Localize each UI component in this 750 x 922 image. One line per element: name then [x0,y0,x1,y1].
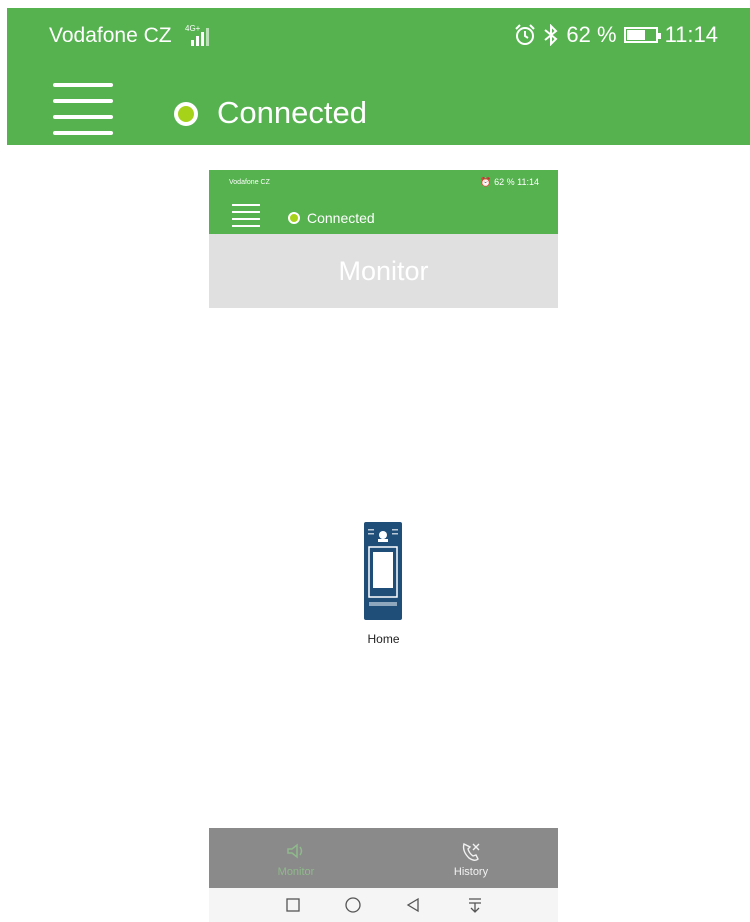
tab-history-label: History [453,866,489,878]
tab-monitor-label: Monitor [277,866,315,878]
phone-status-indicators: ⏰ 62 % 11:14 [480,177,539,188]
bluetooth-icon [544,24,558,46]
device-label[interactable]: Home [209,632,558,646]
triangle-back-icon[interactable] [404,896,422,914]
network-type: 4G+ [185,24,201,33]
alarm-icon [515,24,536,45]
phone-battery-percent: 62 % [494,177,515,187]
battery-icon [623,27,661,43]
carrier-name: Vodafone CZ [49,24,172,47]
circle-home-icon[interactable] [344,896,362,914]
page-title: Monitor [209,234,558,308]
system-navigation-bar [209,888,558,922]
clock: 11:14 [664,22,718,47]
square-recents-icon[interactable] [284,896,302,914]
signal-icon: 4G+ [185,24,209,46]
tab-history[interactable]: History [384,828,558,888]
phone-alarm-icon: ⏰ [480,177,492,187]
hamburger-menu-icon[interactable] [53,79,113,141]
connection-status-dot-icon [174,102,198,126]
tab-monitor[interactable]: Monitor [209,828,383,888]
status-indicators: 62 % 11:14 [514,22,718,48]
notification-down-icon[interactable] [466,896,484,914]
bottom-navigation: Monitor History [209,828,558,888]
door-intercom-icon[interactable] [364,522,402,620]
phone-hamburger-menu-icon[interactable] [232,202,260,230]
connection-status: Connected [217,95,367,130]
phone-carrier: Vodafone CZ [229,179,270,186]
phone-connection-status: Connected [307,210,375,226]
phone-header: Vodafone CZ ⏰ 62 % 11:14 Connected [209,170,558,234]
phone-history-icon [462,842,480,861]
speaker-monitor-icon [287,843,303,859]
phone-clock: 11:14 [517,177,539,187]
phone-screenshot: Vodafone CZ ⏰ 62 % 11:14 Connected Monit… [209,170,558,922]
battery-percent: 62 % [566,22,617,47]
app-header-zoomed: Vodafone CZ 4G+ 62 % 11:14 Connected [7,8,750,145]
status-bar: Vodafone CZ 4G+ 62 % 11:14 [7,8,750,64]
phone-status-dot-icon [288,212,300,224]
